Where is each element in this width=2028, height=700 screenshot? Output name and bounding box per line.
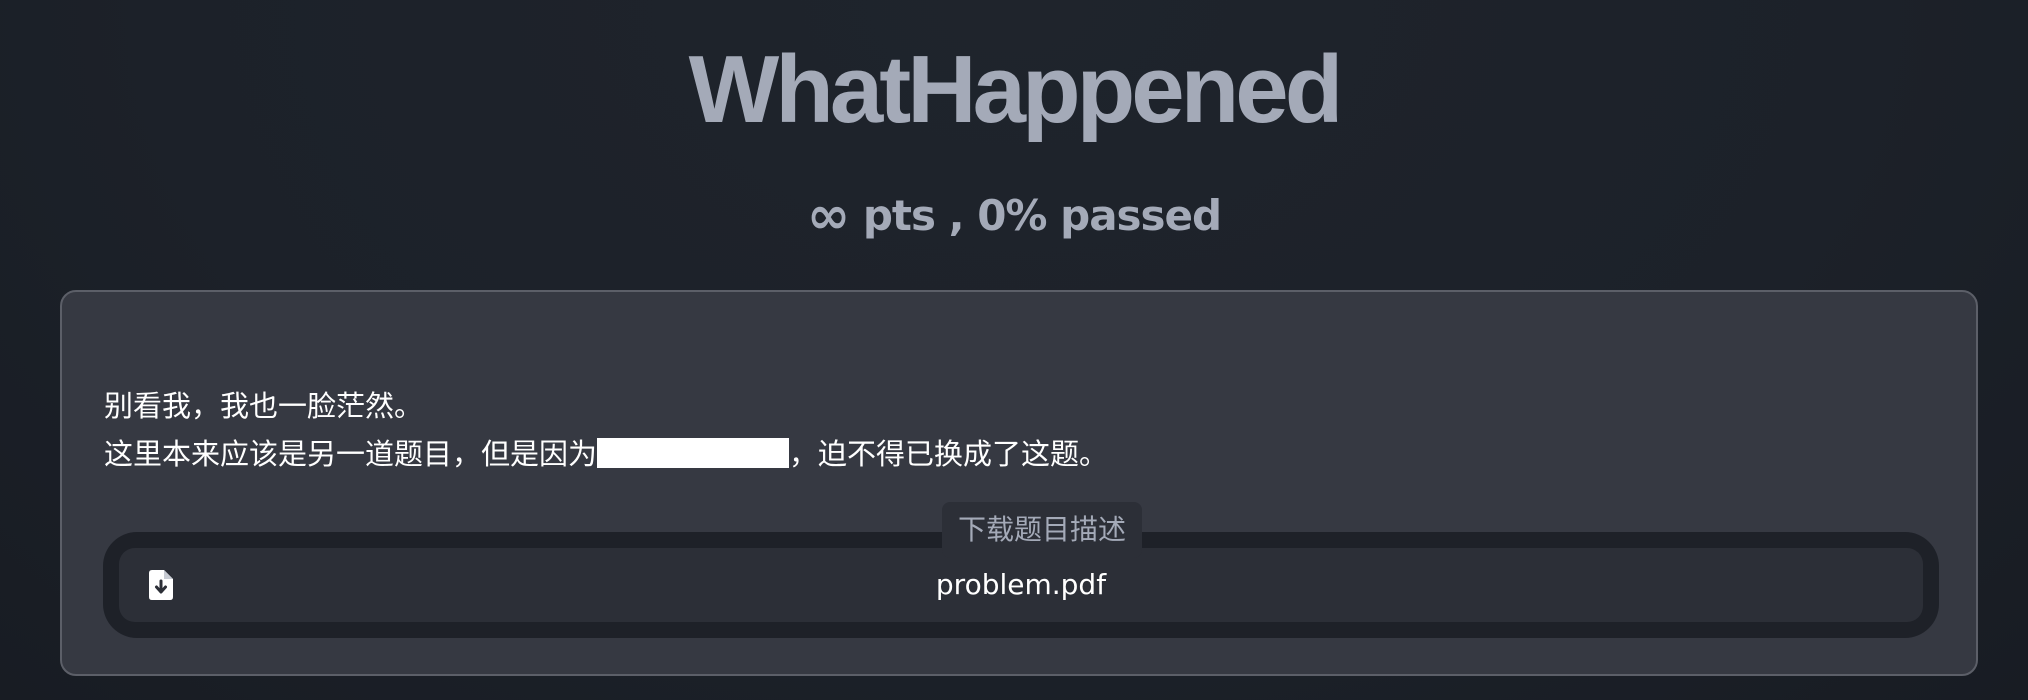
redacted-block (597, 438, 790, 468)
challenge-card: 别看我，我也一脸茫然。 这里本来应该是另一道题目，但是因为 ，迫不得已换成了这题。… (60, 290, 1978, 676)
stats-text: pts , 0% passed (849, 191, 1222, 240)
description-line-1: 别看我，我也一脸茫然。 (104, 389, 424, 423)
challenge-description: 别看我，我也一脸茫然。 这里本来应该是另一道题目，但是因为 ，迫不得已换成了这题。 (104, 382, 1108, 478)
points-infinity: ∞ (806, 186, 850, 246)
description-line-2-before: 这里本来应该是另一道题目，但是因为 (104, 437, 598, 471)
challenge-stats: ∞ pts , 0% passed (0, 186, 2028, 246)
description-line-2: 这里本来应该是另一道题目，但是因为 ，迫不得已换成了这题。 (104, 430, 1108, 478)
file-name: problem.pdf (935, 568, 1107, 601)
download-label: 下载题目描述 (942, 502, 1143, 558)
description-line-2-after: ，迫不得已换成了这题。 (789, 437, 1109, 471)
challenge-title: WhatHappened (688, 36, 1344, 143)
download-file-link[interactable]: problem.pdf (119, 548, 1923, 622)
